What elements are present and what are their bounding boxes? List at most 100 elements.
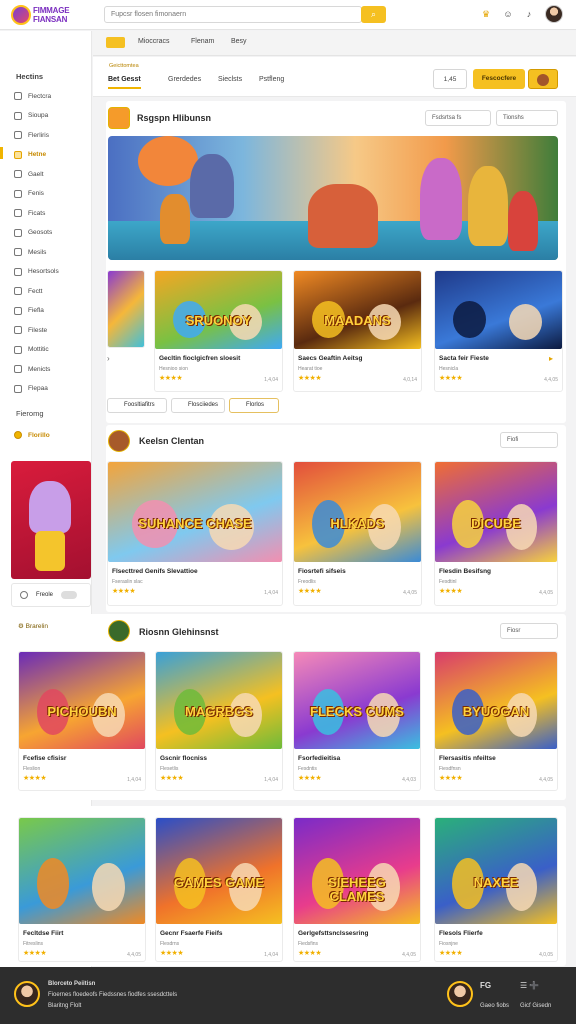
footer-link[interactable]: Gaeo fiobs: [480, 1003, 509, 1009]
rating-stars: ★★★★: [298, 950, 322, 957]
trophy-icon[interactable]: ♛: [480, 8, 492, 20]
sidebar-item[interactable]: Ficats: [14, 207, 45, 219]
filter-dropdown[interactable]: Fsdsrtsa fs: [425, 110, 491, 126]
game-card[interactable]: FLECKS CUMS Fsorfedieitisa Fesdntis ★★★★ 4,4…: [293, 651, 421, 791]
count-button[interactable]: 1,45: [433, 69, 467, 89]
game-card[interactable]: MAADANS Saecs Geaftin Aeitsg Hearat tioe ★★…: [293, 270, 422, 392]
sidebar-item-featured[interactable]: Florillo: [14, 429, 50, 441]
menu-item-icon: [14, 287, 22, 295]
sidebar-item[interactable]: Menicts: [14, 363, 50, 375]
menu-item-icon: [14, 209, 22, 217]
sidebar-item[interactable]: Fileste: [14, 324, 47, 336]
subnav-item[interactable]: Mioccracs: [138, 38, 170, 45]
sidebar-item[interactable]: Fenis: [14, 188, 44, 200]
primary-button[interactable]: Fescocfere: [473, 69, 525, 89]
sort-dropdown[interactable]: Fiofi: [500, 432, 558, 448]
game-subtitle: Fesdtinl: [439, 579, 457, 585]
game-title-art: GAMES GAME: [173, 875, 265, 891]
hero-character-image: [508, 191, 538, 251]
game-card[interactable]: Fecltdse Fiirt Fitreslins ★★★★ 4,4,05: [18, 817, 146, 962]
game-art-image: SUHANCE CHASE: [108, 462, 282, 562]
game-card[interactable]: Sacta feir Fieste Hesnicla ★★★★ 4,4,05: [434, 270, 563, 392]
sort-dropdown[interactable]: Tionshs: [496, 110, 558, 126]
rating-stars: ★★★★: [112, 588, 136, 595]
sidebar-item[interactable]: Flectcra: [14, 90, 51, 102]
sidebar-item[interactable]: Flepaa: [14, 383, 48, 395]
sidebar-active-marker: [0, 147, 3, 159]
play-count: 4,4,05: [544, 377, 558, 383]
menu-icon[interactable]: ☰ ➕: [520, 981, 539, 990]
footer-icon-label[interactable]: FG: [480, 981, 491, 990]
game-title: Fecltdse Fiirt: [23, 930, 64, 937]
game-card[interactable]: NAXEE Flesols Flierfe Fiosnjne ★★★★ 4,0,05: [434, 817, 558, 962]
game-subtitle: Hesnioo sion: [159, 366, 188, 372]
sidebar-item[interactable]: Gaelt: [14, 168, 44, 180]
tab-3[interactable]: Sieclsts: [218, 76, 242, 87]
filter-chip[interactable]: Foosltiafitrs: [107, 398, 167, 413]
scroll-left-icon[interactable]: ›: [107, 354, 110, 363]
game-card[interactable]: PICHOUBN Fcefise cfisisr Fleslion ★★★★ 1,4,0…: [18, 651, 146, 791]
menu-item-icon: [14, 326, 22, 334]
filter-chip[interactable]: Florlos: [229, 398, 279, 413]
avatar[interactable]: [545, 5, 563, 23]
footer-avatar[interactable]: [14, 981, 40, 1007]
game-card[interactable]: MAGRBGS Gscnir flocniss Flesetlis ★★★★ 1,4,0…: [155, 651, 283, 791]
game-title: Flersasitis nfeiltse: [439, 755, 496, 762]
sidebar-item[interactable]: Mottitic: [14, 344, 49, 356]
scroll-right-icon[interactable]: ▸: [549, 354, 553, 363]
sidebar-item-label: Gaelt: [28, 170, 44, 178]
search-button[interactable]: ⌕: [361, 6, 386, 23]
promo-banner[interactable]: [11, 461, 91, 579]
search-input[interactable]: Fupcsr flosen fimonaern: [104, 6, 362, 23]
promo-chest-image: [35, 531, 65, 571]
game-card[interactable]: DICUBE Flesdin Besifsng Fesdtinl ★★★★ 4,4,05: [434, 461, 558, 606]
play-count: 4,4,03: [402, 777, 416, 783]
user-icon[interactable]: ☺: [502, 8, 514, 20]
hero-banner[interactable]: [108, 136, 558, 260]
toggle-icon[interactable]: [20, 591, 28, 599]
sidebar-item[interactable]: Fectt: [14, 285, 42, 297]
game-card[interactable]: SIEHEEG CLAMES Gerlgefsttsnclssesring Fied…: [293, 817, 421, 962]
filter-chip[interactable]: Flosciiedes: [171, 398, 225, 413]
sidebar-item[interactable]: Flerliris: [14, 129, 49, 141]
game-art-image: BYUOGAN: [435, 652, 557, 749]
play-count: 1,4,04: [264, 590, 278, 596]
game-card[interactable]: BYUOGAN Flersasitis nfeiltse Fiesdfnsn ★★★★…: [434, 651, 558, 791]
profile-button[interactable]: [528, 69, 558, 89]
footer-avatar-2[interactable]: [447, 981, 473, 1007]
game-art-image: GAMES GAME: [156, 818, 282, 924]
mini-toggle[interactable]: [61, 591, 78, 599]
sidebar-item[interactable]: Geosots: [14, 227, 52, 239]
logo[interactable]: FIMMAGE FIANSAN: [11, 4, 79, 26]
sidebar-item-label: Fenis: [28, 190, 44, 197]
menu-item-icon: [14, 131, 22, 139]
rating-stars: ★★★★: [298, 588, 322, 595]
home-pill-button[interactable]: [106, 37, 125, 48]
sidebar-item[interactable]: Sioupa: [14, 110, 48, 122]
bell-icon[interactable]: ♪: [523, 8, 535, 20]
subnav-item[interactable]: Flenam: [191, 38, 214, 45]
sidebar-item[interactable]: Mesils: [14, 246, 46, 258]
sidebar-item[interactable]: Hesortsols: [14, 266, 59, 278]
menu-item-icon: [14, 306, 22, 315]
tab-2[interactable]: Grerdedes: [168, 76, 201, 87]
sort-dropdown[interactable]: Fiosr: [500, 623, 558, 639]
game-card[interactable]: SUHANCE CHASE Flsecttred Genifs Slevattio…: [107, 461, 283, 606]
section-icon: [108, 620, 130, 642]
menu-item-icon: [14, 384, 22, 393]
game-card[interactable]: GAMES GAME Gecnr Fsaerfe Fieifs Flesdrns ★★…: [155, 817, 283, 962]
tab-best[interactable]: Bet Gesst: [108, 76, 141, 89]
game-title: Gscnir flocniss: [160, 755, 207, 762]
tab-4[interactable]: Pstfleng: [259, 76, 284, 87]
game-card[interactable]: HLKADS Fiosrtefi sifseis Freodlis ★★★★ 4,4,0…: [293, 461, 422, 606]
footer-link[interactable]: Gicf Gisedn: [520, 1003, 551, 1009]
sidebar-item[interactable]: Fiefla: [14, 305, 44, 317]
game-card[interactable]: SRUONOY Gecltin fioclgicfren sloesit Hesni…: [154, 270, 283, 392]
subnav-item[interactable]: Besy: [231, 38, 247, 45]
menu-item-icon: [14, 111, 22, 120]
game-art-image: SIEHEEG CLAMES: [294, 818, 420, 924]
game-card-partial[interactable]: [107, 270, 145, 348]
game-title: Saecs Geaftin Aeitsg: [298, 355, 363, 362]
sidebar-item-label: Menicts: [28, 365, 51, 373]
sidebar-item[interactable]: Hetne: [14, 149, 46, 161]
